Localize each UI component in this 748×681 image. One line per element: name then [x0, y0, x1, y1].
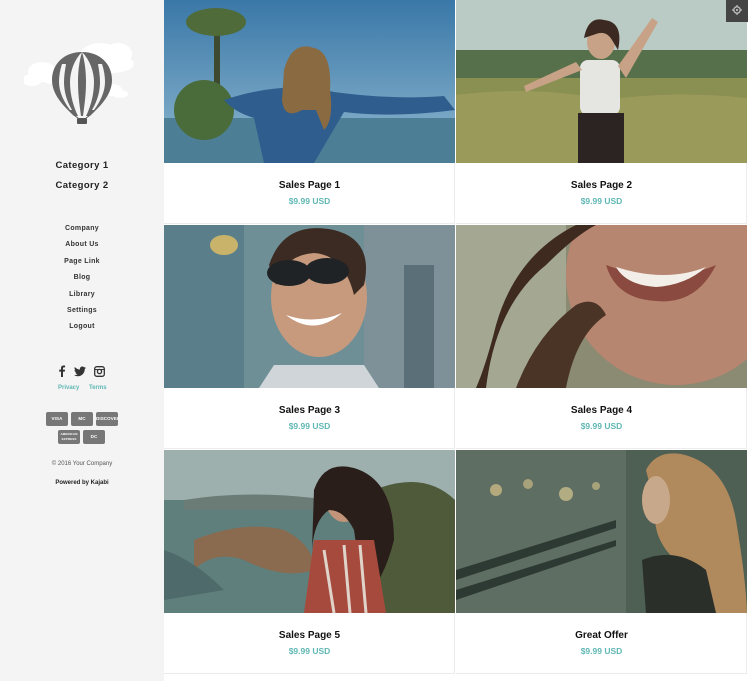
product-image[interactable]	[456, 0, 747, 163]
product-image[interactable]	[456, 450, 747, 613]
product-price: $9.99 USD	[288, 421, 331, 431]
nav-link-settings[interactable]: Settings	[0, 303, 164, 319]
product-title[interactable]: Sales Page 1	[164, 180, 455, 191]
payment-cards: VISA MC DISCOVER AMERICAN EXPRESS DC	[44, 410, 120, 446]
product-card[interactable]: Sales Page 4 $9.99 USD	[456, 225, 747, 449]
twitter-icon[interactable]	[74, 364, 86, 377]
sidebar: Category 1 Category 2 Company About Us P…	[0, 0, 164, 681]
nav-link-page-link[interactable]: Page Link	[0, 254, 164, 270]
category-link[interactable]: Category 1	[0, 156, 164, 176]
hot-air-balloon-logo[interactable]	[22, 30, 140, 130]
product-card[interactable]: Sales Page 2 $9.99 USD	[456, 0, 747, 224]
powered-by-link[interactable]: Powered by Kajabi	[0, 480, 164, 486]
settings-gear-button[interactable]	[726, 0, 748, 22]
product-card[interactable]: Great Offer $9.99 USD	[456, 450, 747, 674]
social-links	[0, 364, 164, 378]
amex-card-icon: AMERICAN EXPRESS	[58, 430, 80, 444]
terms-link[interactable]: Terms	[89, 385, 107, 391]
page-links-nav: Company About Us Page Link Blog Library …	[0, 221, 164, 336]
nav-link-about-us[interactable]: About Us	[0, 237, 164, 253]
instagram-icon[interactable]	[94, 364, 105, 377]
category-nav: Category 1 Category 2	[0, 156, 164, 195]
product-image[interactable]	[164, 450, 455, 613]
product-title[interactable]: Sales Page 3	[164, 405, 455, 416]
copyright-text: © 2016 Your Company	[51, 461, 113, 467]
facebook-icon[interactable]	[58, 364, 66, 377]
product-title[interactable]: Sales Page 5	[164, 630, 455, 641]
product-image[interactable]	[164, 0, 455, 163]
product-card[interactable]: Sales Page 1 $9.99 USD	[164, 0, 455, 224]
product-image[interactable]	[164, 225, 455, 388]
product-price: $9.99 USD	[580, 646, 623, 656]
product-title[interactable]: Great Offer	[456, 630, 747, 641]
product-title[interactable]: Sales Page 4	[456, 405, 747, 416]
privacy-link[interactable]: Privacy	[58, 385, 79, 391]
product-price: $9.99 USD	[288, 646, 331, 656]
nav-link-library[interactable]: Library	[0, 287, 164, 303]
product-card[interactable]: Sales Page 3 $9.99 USD	[164, 225, 455, 449]
product-grid: Sales Page 1 $9.99 USD Sales Page 2 $9.9…	[164, 0, 748, 681]
discover-card-icon: DISCOVER	[96, 412, 118, 426]
product-image[interactable]	[456, 225, 747, 388]
nav-link-blog[interactable]: Blog	[0, 270, 164, 286]
category-link[interactable]: Category 2	[0, 176, 164, 196]
nav-link-logout[interactable]: Logout	[0, 319, 164, 335]
product-price: $9.99 USD	[580, 196, 623, 206]
gear-icon	[732, 2, 742, 20]
mastercard-icon: MC	[71, 412, 93, 426]
product-card[interactable]: Sales Page 5 $9.99 USD	[164, 450, 455, 674]
nav-link-company[interactable]: Company	[0, 221, 164, 237]
product-title[interactable]: Sales Page 2	[456, 180, 747, 191]
diners-card-icon: DC	[83, 430, 105, 444]
product-price: $9.99 USD	[580, 421, 623, 431]
product-price: $9.99 USD	[288, 196, 331, 206]
visa-card-icon: VISA	[46, 412, 68, 426]
